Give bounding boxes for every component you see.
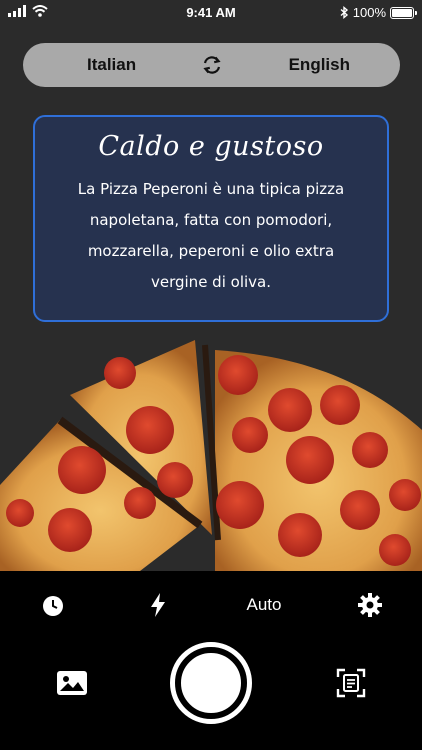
status-bar: 9:41 AM 100% [0,0,422,24]
history-button[interactable] [40,593,66,619]
camera-translate-screen: 9:41 AM 100% Italian English Caldo e gus… [0,0,422,750]
gallery-button[interactable] [55,668,89,698]
translation-text: La Pizza Peperoni è una tipica pizza nap… [53,174,369,298]
translation-line: mozzarella, peperoni e olio extra [87,242,335,260]
translation-title: Caldo e gustoso [98,131,324,162]
language-switcher: Italian English [23,43,400,87]
photo-icon [57,671,87,695]
clock-icon [43,596,63,616]
camera-preview-pizza [0,340,422,571]
settings-button[interactable] [356,591,384,619]
status-right: 100% [340,5,417,20]
flash-icon [151,593,165,617]
scan-document-icon [336,668,366,698]
battery-icon [390,6,417,19]
shutter-inner [178,650,244,716]
translation-card: Caldo e gustoso La Pizza Peperoni è una … [33,115,389,322]
source-language-button[interactable]: Italian [87,55,136,75]
swap-icon [203,56,221,74]
flash-button[interactable] [145,591,171,619]
translation-line: vergine di oliva. [150,273,271,291]
scan-text-button[interactable] [334,666,368,700]
target-language-button[interactable]: English [289,55,350,75]
swap-languages-button[interactable] [198,51,226,79]
translation-line: napoletana, fatta con pomodori, [89,211,333,229]
battery-percent: 100% [352,5,386,20]
flash-mode-label[interactable]: Auto [234,592,294,618]
gear-icon [358,593,382,617]
shutter-button[interactable] [170,642,252,724]
bluetooth-icon [340,6,348,19]
translation-line: La Pizza Peperoni è una tipica pizza [77,180,345,198]
